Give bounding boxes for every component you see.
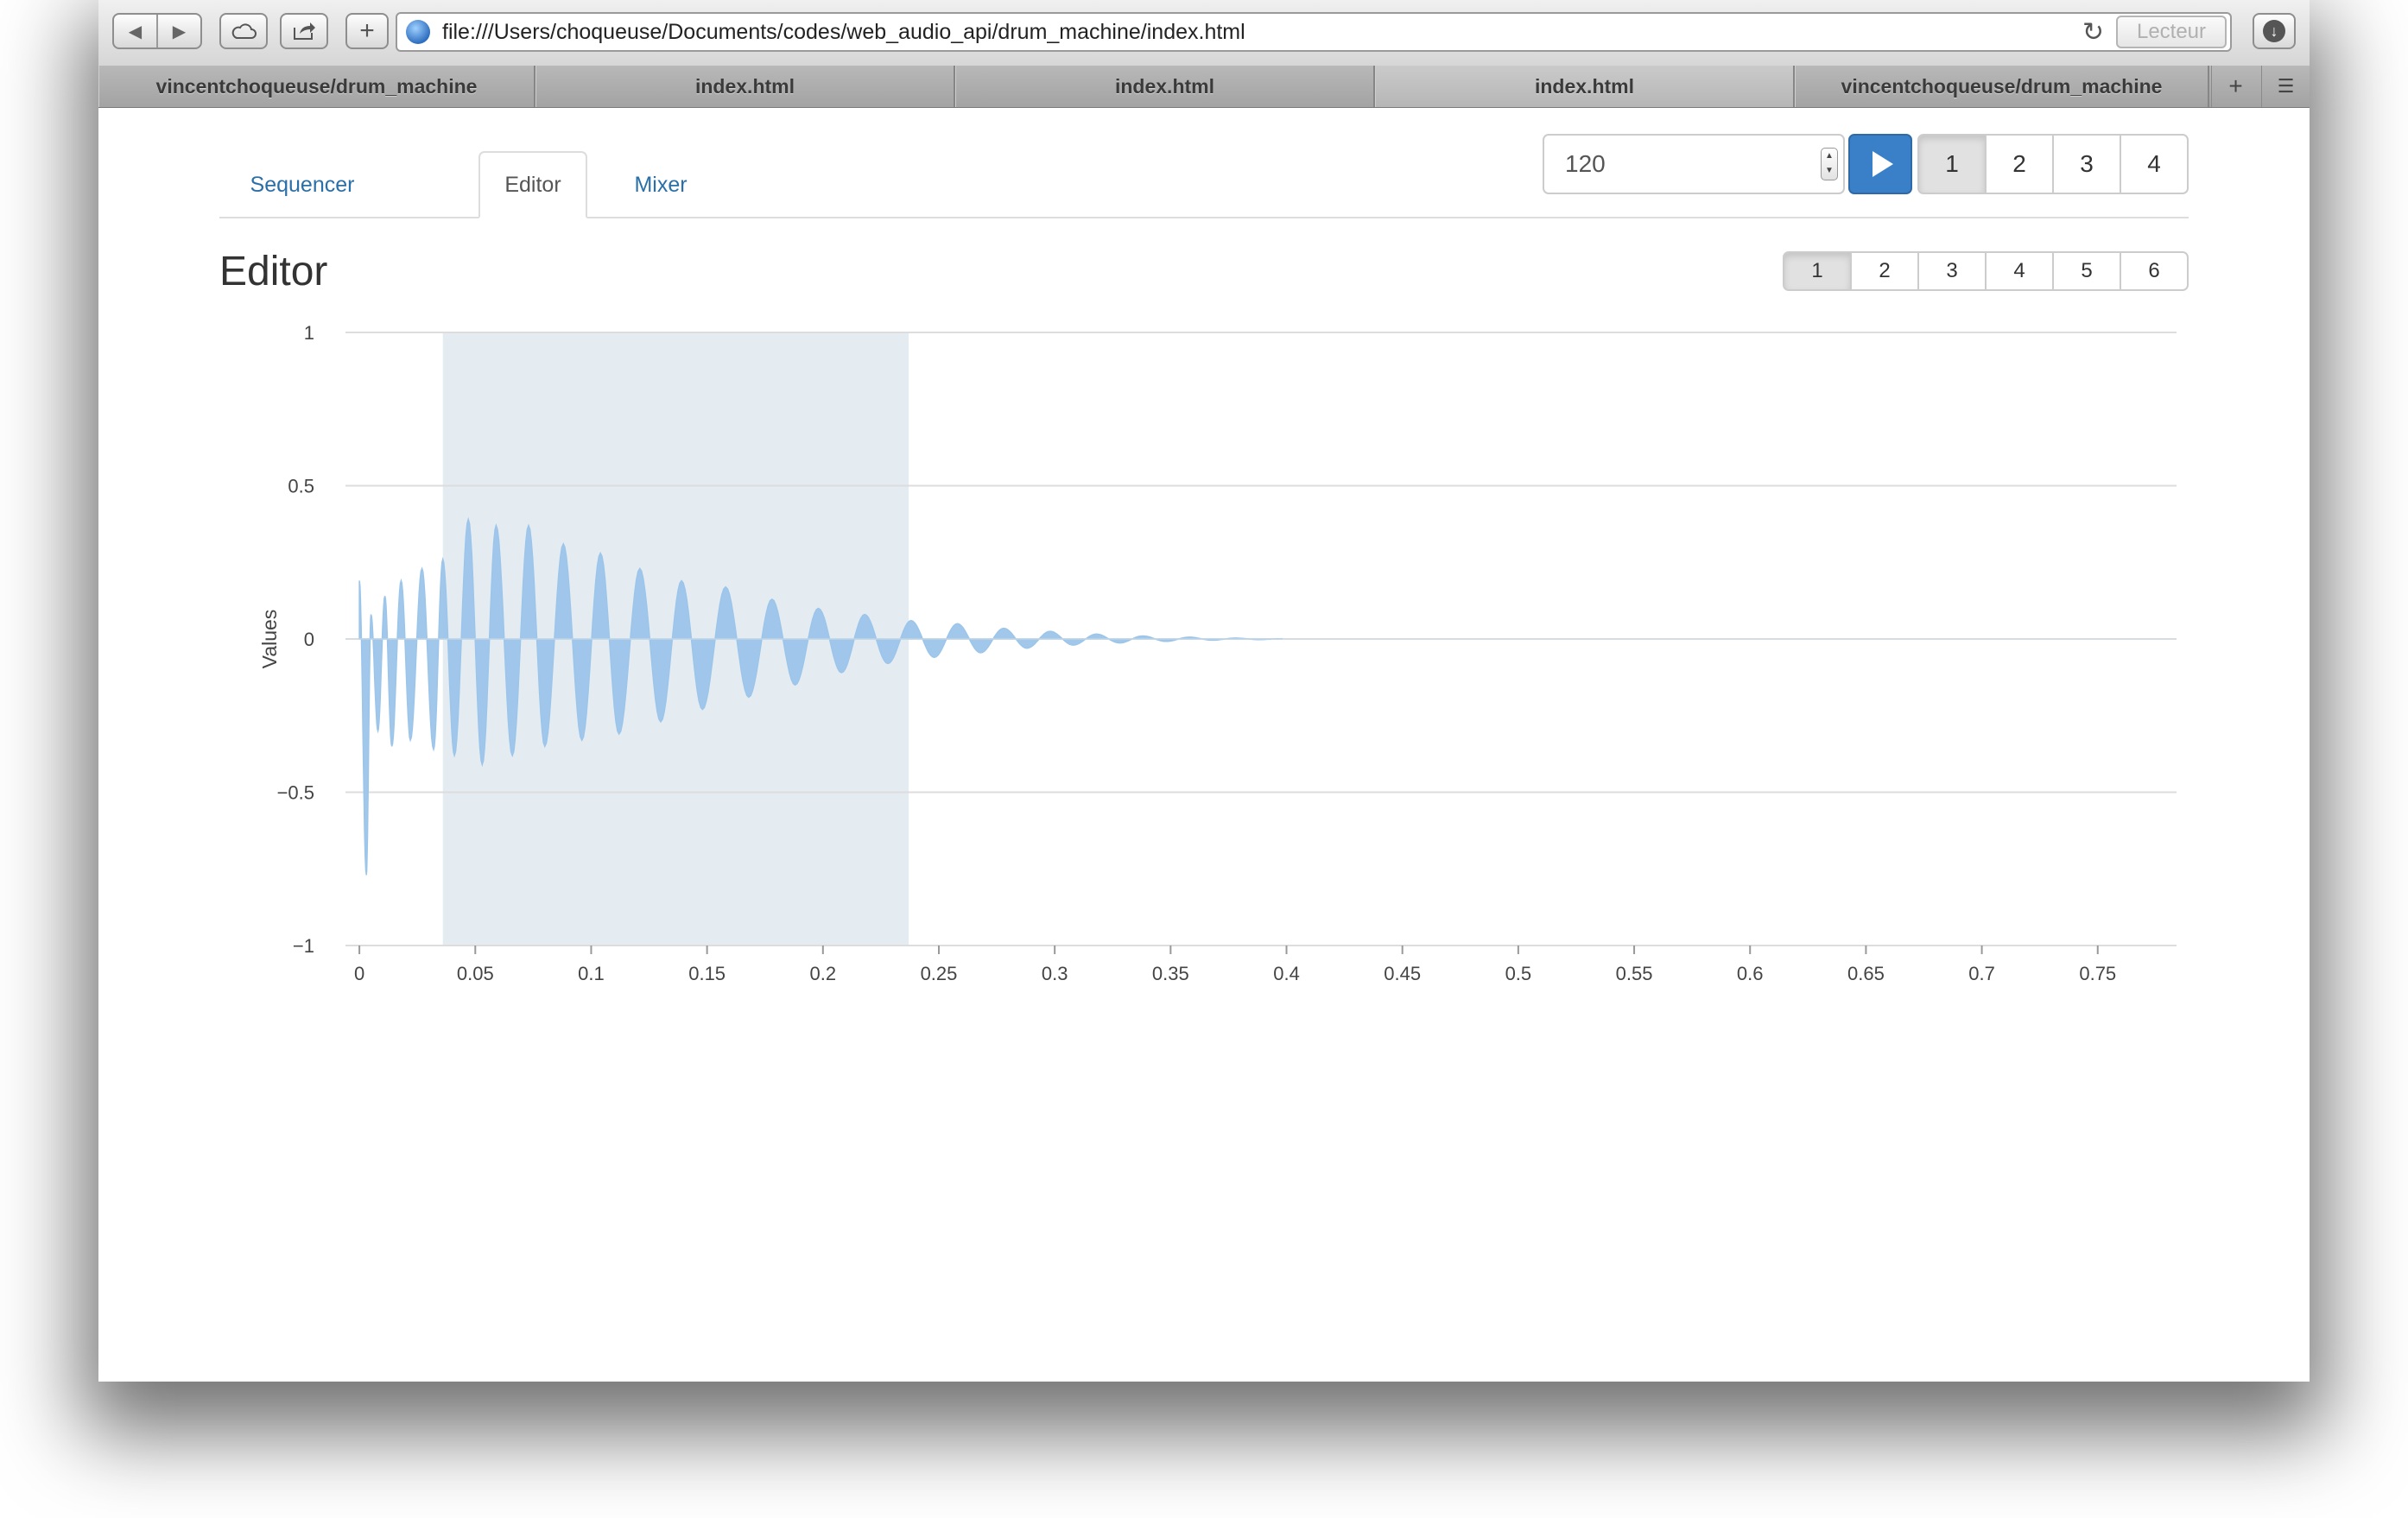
browser-tab-label: index.html xyxy=(694,74,795,98)
browser-tab[interactable]: index.html xyxy=(535,66,955,107)
x-tick-label: 0.5 xyxy=(1505,963,1532,984)
forward-icon[interactable]: ▶ xyxy=(158,21,200,42)
address-bar[interactable]: file:///Users/choqueuse/Documents/codes/… xyxy=(396,12,2232,52)
new-tab-button[interactable]: + xyxy=(345,13,389,49)
reader-button[interactable]: Lecteur xyxy=(2116,16,2227,48)
tab-overview-icon[interactable]: ☰ xyxy=(2261,66,2310,107)
back-forward-group: ◀ ▶ xyxy=(112,13,202,49)
browser-tab[interactable]: index.html xyxy=(955,66,1375,107)
browser-tab-label: index.html xyxy=(1114,74,1214,98)
x-tick-label: 0.25 xyxy=(921,963,958,984)
x-tick-label: 0.55 xyxy=(1616,963,1653,984)
x-tick-label: 0.2 xyxy=(810,963,837,984)
y-tick-label: 0.5 xyxy=(288,476,314,497)
back-icon[interactable]: ◀ xyxy=(114,21,156,42)
browser-toolbar: ◀ ▶ + file:///Users/choqueuse/Documents/… xyxy=(98,0,2310,66)
y-tick-label: −1 xyxy=(293,935,314,957)
browser-tab[interactable]: vincentchoqueuse/drum_machine xyxy=(1795,66,2209,107)
x-tick-label: 0.65 xyxy=(1847,963,1885,984)
x-tick-label: 0.45 xyxy=(1384,963,1421,984)
browser-tab-label: vincentchoqueuse/drum_machine xyxy=(155,74,478,98)
browser-tab-active[interactable]: index.html xyxy=(1375,66,1795,107)
share-icon xyxy=(294,22,315,40)
x-tick-label: 0.05 xyxy=(457,963,494,984)
waveform-chart[interactable]: 1 0.5 0 −0.5 −1 0 0.05 0.1 0.15 0.2 0.25 0.3 0.35 0.4… xyxy=(98,108,2310,1382)
page-content: Sequencer Editor Mixer 120 ▲ ▼ 1234 Edito… xyxy=(98,108,2310,1382)
icloud-button[interactable] xyxy=(219,13,268,49)
x-tick-label: 0.75 xyxy=(2079,963,2116,984)
downloads-button[interactable]: ↓ xyxy=(2253,13,2296,49)
x-tick-label: 0.3 xyxy=(1042,963,1068,984)
y-tick-label: −0.5 xyxy=(277,782,314,804)
browser-tab-label: vincentchoqueuse/drum_machine xyxy=(1841,74,2163,98)
cloud-icon xyxy=(231,23,257,39)
x-tick-label: 0.1 xyxy=(578,963,605,984)
browser-tab-label: index.html xyxy=(1534,74,1634,98)
x-tick-label: 0.35 xyxy=(1152,963,1189,984)
x-tick-label: 0.6 xyxy=(1737,963,1764,984)
plus-icon: + xyxy=(359,16,375,45)
browser-tab-bar: vincentchoqueuse/drum_machine index.html… xyxy=(98,66,2310,108)
download-icon: ↓ xyxy=(2263,20,2285,42)
y-tick-label: 1 xyxy=(304,322,314,344)
x-tick-label: 0 xyxy=(354,963,364,984)
reload-icon[interactable]: ↻ xyxy=(2082,17,2104,47)
add-tab-icon[interactable]: + xyxy=(2211,66,2259,107)
x-tick-label: 0.15 xyxy=(688,963,726,984)
browser-window: ◀ ▶ + file:///Users/choqueuse/Documents/… xyxy=(98,0,2310,1382)
x-tick-label: 0.4 xyxy=(1273,963,1300,984)
x-tick-label: 0.7 xyxy=(1968,963,1995,984)
address-text[interactable]: file:///Users/choqueuse/Documents/codes/… xyxy=(442,20,2082,45)
globe-icon xyxy=(406,20,430,44)
y-axis-label: Values xyxy=(258,610,281,669)
browser-tab[interactable]: vincentchoqueuse/drum_machine xyxy=(98,66,535,107)
y-tick-label: 0 xyxy=(304,629,314,650)
share-button[interactable] xyxy=(280,13,328,49)
